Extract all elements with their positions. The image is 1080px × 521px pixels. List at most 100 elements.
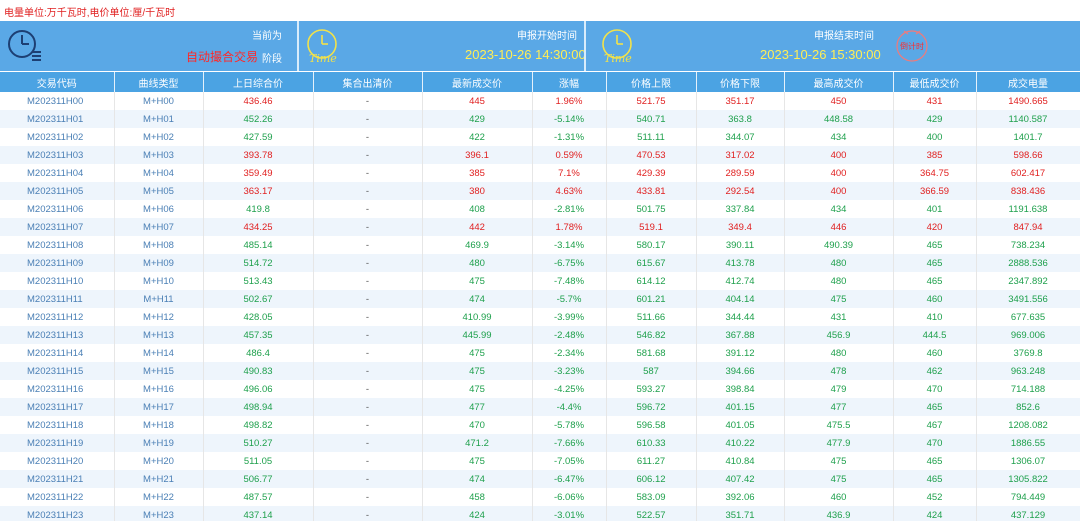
table-row[interactable]: M202311H17 M+H17 498.94-477 -4.4% 596.72 401.…	[0, 398, 1080, 416]
cell-clearing-price: -	[313, 236, 423, 254]
table-row[interactable]: M202311H03 M+H03 393.78-396.1 0.59% 470.53 31…	[0, 146, 1080, 164]
cell-price-lower: 337.84	[696, 200, 785, 218]
cell-low-price: 462	[893, 362, 977, 380]
table-row[interactable]: M202311H09 M+H09 514.72-480 -6.75% 615.67 413…	[0, 254, 1080, 272]
cell-clearing-price: -	[313, 164, 423, 182]
table-row[interactable]: M202311H14 M+H14 486.4-475 -2.34% 581.68 391.…	[0, 344, 1080, 362]
cell-high-price: 480	[784, 254, 894, 272]
cell-prev-price: 428.05	[203, 308, 314, 326]
cell-latest-price: 474	[422, 470, 533, 488]
cell-change: 1.78%	[532, 218, 607, 236]
header-curve-type[interactable]: 曲线类型	[114, 72, 204, 92]
time-icon-text: Time	[604, 52, 632, 65]
table-row[interactable]: M202311H04 M+H04 359.49-385 7.1% 429.39 289.5…	[0, 164, 1080, 182]
cell-curve-type: M+H19	[114, 434, 204, 452]
header-trade-code[interactable]: 交易代码	[0, 72, 115, 92]
cell-price-upper: 511.66	[606, 308, 697, 326]
table-row[interactable]: M202311H10 M+H10 513.43-475 -7.48% 614.12 412…	[0, 272, 1080, 290]
cell-volume: 2888.536	[976, 254, 1080, 272]
header-change[interactable]: 涨幅	[532, 72, 607, 92]
cell-curve-type: M+H20	[114, 452, 204, 470]
cell-change: -2.81%	[532, 200, 607, 218]
table-row[interactable]: M202311H02 M+H02 427.59-422 -1.31% 511.11 344…	[0, 128, 1080, 146]
cell-clearing-price: -	[313, 182, 423, 200]
cell-prev-price: 436.46	[203, 92, 314, 110]
cell-curve-type: M+H08	[114, 236, 204, 254]
cell-high-price: 431	[784, 308, 894, 326]
cell-prev-price: 393.78	[203, 146, 314, 164]
cell-clearing-price: -	[313, 470, 423, 488]
cell-prev-price: 457.35	[203, 326, 314, 344]
cell-curve-type: M+H10	[114, 272, 204, 290]
cell-volume: 2347.892	[976, 272, 1080, 290]
cell-prev-price: 490.83	[203, 362, 314, 380]
table-row[interactable]: M202311H15 M+H15 490.83-475 -3.23% 587 394.66…	[0, 362, 1080, 380]
table-row[interactable]: M202311H08 M+H08 485.14-469.9 -3.14% 580.17 3…	[0, 236, 1080, 254]
cell-price-upper: 611.27	[606, 452, 697, 470]
table-row[interactable]: M202311H12 M+H12 428.05-410.99 -3.99% 511.66…	[0, 308, 1080, 326]
table-row[interactable]: M202311H01 M+H01 452.26-429 -5.14% 540.71 363…	[0, 110, 1080, 128]
table-row[interactable]: M202311H07 M+H07 434.25-442 1.78% 519.1 349.4…	[0, 218, 1080, 236]
cell-clearing-price: -	[313, 272, 423, 290]
table-row[interactable]: M202311H23 M+H23 437.14-424 -3.01% 522.57 351…	[0, 506, 1080, 521]
header-clearing-price[interactable]: 集合出清价	[313, 72, 423, 92]
table-row[interactable]: M202311H11 M+H11 502.67-474 -5.7% 601.21 404.…	[0, 290, 1080, 308]
header-low-price[interactable]: 最低成交价	[893, 72, 977, 92]
cell-latest-price: 380	[422, 182, 533, 200]
header-latest-price[interactable]: 最新成交价	[422, 72, 533, 92]
cell-volume: 847.94	[976, 218, 1080, 236]
cell-price-upper: 606.12	[606, 470, 697, 488]
header-high-price[interactable]: 最高成交价	[784, 72, 894, 92]
header-volume[interactable]: 成交电量	[976, 72, 1080, 92]
cell-volume: 794.449	[976, 488, 1080, 506]
cell-high-price: 475	[784, 290, 894, 308]
cell-change: -3.23%	[532, 362, 607, 380]
cell-high-price: 477.9	[784, 434, 894, 452]
cell-price-lower: 394.66	[696, 362, 785, 380]
table-row[interactable]: M202311H05 M+H05 363.17-380 4.63% 433.81 292.…	[0, 182, 1080, 200]
table-row[interactable]: M202311H19 M+H19 510.27-471.2 -7.66% 610.33 4…	[0, 434, 1080, 452]
cell-low-price: 410	[893, 308, 977, 326]
header-prev-price[interactable]: 上日综合价	[203, 72, 314, 92]
cell-low-price: 385	[893, 146, 977, 164]
cell-trade-code: M202311H00	[0, 92, 115, 110]
table-row[interactable]: M202311H22 M+H22 487.57-458 -6.06% 583.09 392…	[0, 488, 1080, 506]
countdown-text: 倒计时	[900, 41, 924, 51]
cell-price-lower: 413.78	[696, 254, 785, 272]
cell-latest-price: 424	[422, 506, 533, 521]
cell-prev-price: 513.43	[203, 272, 314, 290]
cell-clearing-price: -	[313, 434, 423, 452]
cell-prev-price: 498.82	[203, 416, 314, 434]
cell-change: -7.66%	[532, 434, 607, 452]
cell-price-lower: 344.07	[696, 128, 785, 146]
cell-price-upper: 583.09	[606, 488, 697, 506]
cell-volume: 738.234	[976, 236, 1080, 254]
cell-volume: 1401.7	[976, 128, 1080, 146]
cell-low-price: 460	[893, 344, 977, 362]
cell-trade-code: M202311H04	[0, 164, 115, 182]
header-price-upper[interactable]: 价格上限	[606, 72, 697, 92]
table-row[interactable]: M202311H21 M+H21 506.77-474 -6.47% 606.12 407…	[0, 470, 1080, 488]
cell-price-lower: 401.15	[696, 398, 785, 416]
cell-trade-code: M202311H15	[0, 362, 115, 380]
cell-trade-code: M202311H20	[0, 452, 115, 470]
cell-high-price: 446	[784, 218, 894, 236]
table-row[interactable]: M202311H16 M+H16 496.06-475 -4.25% 593.27 398…	[0, 380, 1080, 398]
table-row[interactable]: M202311H06 M+H06 419.8-408 -2.81% 501.75 337.…	[0, 200, 1080, 218]
cell-clearing-price: -	[313, 110, 423, 128]
cell-latest-price: 475	[422, 452, 533, 470]
cell-low-price: 431	[893, 92, 977, 110]
cell-prev-price: 511.05	[203, 452, 314, 470]
cell-prev-price: 487.57	[203, 488, 314, 506]
table-row[interactable]: M202311H13 M+H13 457.35-445.99 -2.48% 546.82…	[0, 326, 1080, 344]
table-row[interactable]: M202311H00 M+H00 436.46-445 1.96% 521.75 351.…	[0, 92, 1080, 110]
cell-latest-price: 471.2	[422, 434, 533, 452]
cell-high-price: 400	[784, 182, 894, 200]
table-row[interactable]: M202311H20 M+H20 511.05-475 -7.05% 611.27 410…	[0, 452, 1080, 470]
cell-change: -4.4%	[532, 398, 607, 416]
header-price-lower[interactable]: 价格下限	[696, 72, 785, 92]
cell-low-price: 470	[893, 380, 977, 398]
cell-change: -4.25%	[532, 380, 607, 398]
table-row[interactable]: M202311H18 M+H18 498.82-470 -5.78% 596.58 401…	[0, 416, 1080, 434]
table-header-row: 交易代码 曲线类型 上日综合价 集合出清价 最新成交价 涨幅 价格上限 价格下限 最高成交价 最低…	[0, 72, 1080, 92]
